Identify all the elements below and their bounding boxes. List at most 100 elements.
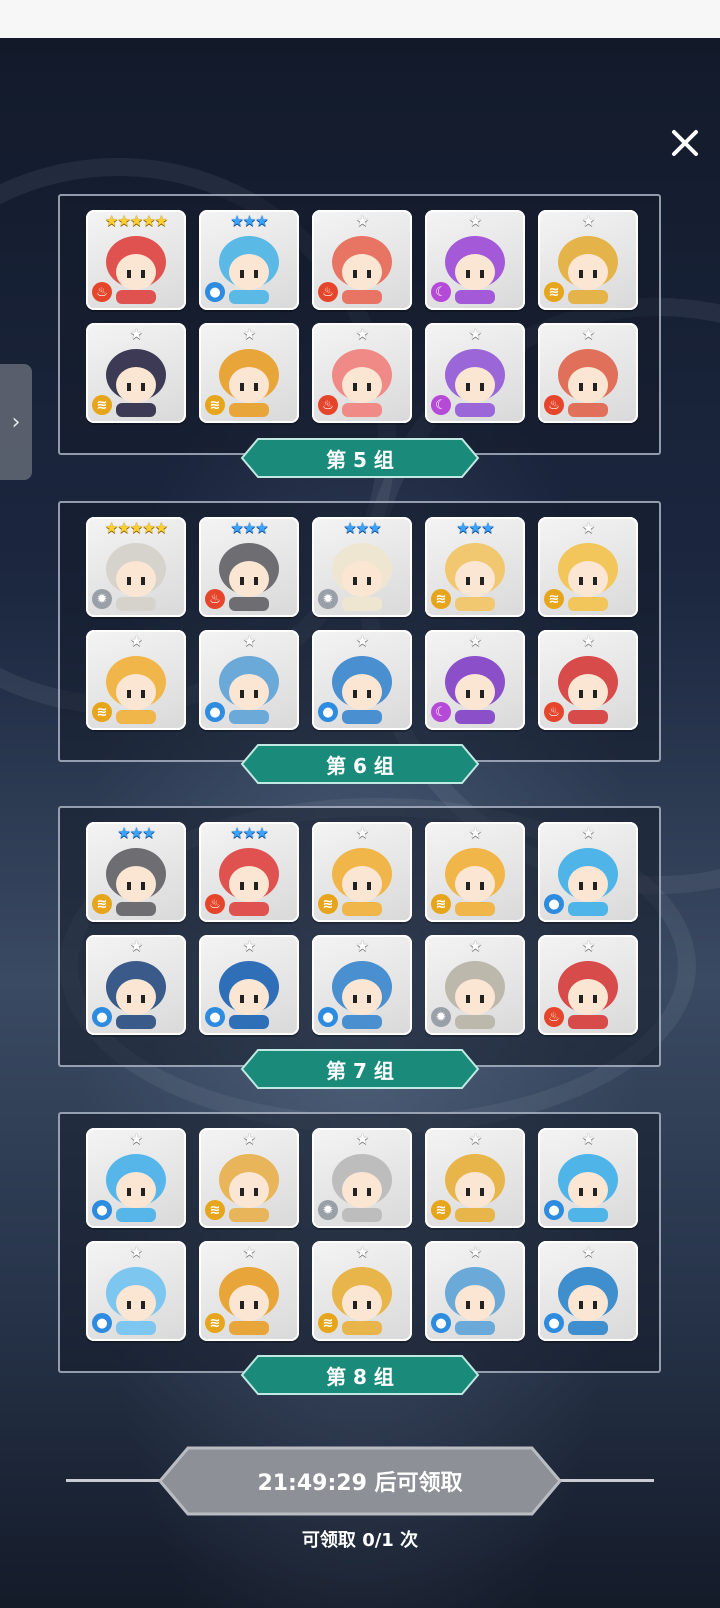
hero-card[interactable]: ★ ☾ — [425, 210, 525, 310]
light-element-icon: ✹ — [318, 1200, 338, 1220]
wind-element-icon: ≋ — [544, 282, 564, 302]
star-rating: ★ — [468, 1130, 482, 1148]
side-expand-tab[interactable]: › — [0, 364, 32, 480]
wind-element-icon: ≋ — [431, 1200, 451, 1220]
wind-element-icon: ≋ — [205, 395, 225, 415]
hero-card[interactable]: ★ ≋ — [199, 1128, 299, 1228]
wind-element-icon: ≋ — [92, 894, 112, 914]
star-rating: ★ — [355, 824, 369, 842]
star-rating: ★ — [242, 1130, 256, 1148]
water-element-icon: ● — [205, 1007, 225, 1027]
water-element-icon: ● — [92, 1007, 112, 1027]
hero-card[interactable]: ★ ● — [86, 1128, 186, 1228]
star-rating: ★ — [468, 824, 482, 842]
dark-element-icon: ☾ — [431, 282, 451, 302]
fire-element-icon: ♨ — [205, 894, 225, 914]
hero-card[interactable]: ★★★ ≋ — [425, 517, 525, 617]
hero-card[interactable]: ★ ♨ — [538, 323, 638, 423]
water-element-icon: ● — [318, 1007, 338, 1027]
group-panel: ★★★★★ ♨ ★★★ ● ★ ♨ ★ ☾ ★ ≋ ★ ≋ ★ ≋ ★ ♨ ★ ☾ ★ ♨ — [58, 194, 661, 455]
chevron-right-icon: › — [11, 409, 21, 435]
hero-card[interactable]: ★ ● — [425, 1241, 525, 1341]
hero-card[interactable]: ★★★★★ ♨ — [86, 210, 186, 310]
star-rating: ★★★ — [343, 519, 381, 537]
claim-button-label: 21:49:29 后可领取 — [257, 1471, 463, 1496]
star-rating: ★ — [129, 937, 143, 955]
star-rating: ★ — [242, 632, 256, 650]
hero-card[interactable]: ★ ● — [312, 630, 412, 730]
star-rating: ★ — [468, 1243, 482, 1261]
star-rating: ★★★★★ — [104, 519, 168, 537]
hero-card[interactable]: ★ ≋ — [199, 1241, 299, 1341]
star-rating: ★ — [468, 212, 482, 230]
water-element-icon: ● — [92, 1200, 112, 1220]
hero-card[interactable]: ★ ≋ — [538, 210, 638, 310]
hero-card[interactable]: ★★★ ♨ — [199, 517, 299, 617]
hero-card[interactable]: ★ ≋ — [86, 323, 186, 423]
hero-card[interactable]: ★ ● — [538, 822, 638, 922]
hero-card[interactable]: ★ ♨ — [312, 323, 412, 423]
group-label-text: 第 5 组 — [326, 447, 394, 472]
water-element-icon: ● — [544, 1313, 564, 1333]
wind-element-icon: ≋ — [431, 894, 451, 914]
hero-card[interactable]: ★ ● — [199, 935, 299, 1035]
wind-element-icon: ≋ — [318, 1313, 338, 1333]
hero-card[interactable]: ★ ● — [86, 935, 186, 1035]
star-rating: ★ — [355, 937, 369, 955]
star-rating: ★ — [355, 325, 369, 343]
hero-card[interactable]: ★★★ ≋ — [86, 822, 186, 922]
hero-card[interactable]: ★ ≋ — [312, 822, 412, 922]
star-rating: ★★★ — [230, 519, 268, 537]
hero-card[interactable]: ★ ✹ — [312, 1128, 412, 1228]
hero-card[interactable]: ★ ≋ — [312, 1241, 412, 1341]
close-icon — [672, 130, 698, 156]
dark-element-icon: ☾ — [431, 702, 451, 722]
hero-card[interactable]: ★ ≋ — [199, 323, 299, 423]
hero-card[interactable]: ★ ● — [538, 1241, 638, 1341]
hero-card[interactable]: ★ ≋ — [538, 517, 638, 617]
close-button[interactable] — [666, 124, 704, 162]
hero-card[interactable]: ★ ☾ — [425, 323, 525, 423]
hero-card[interactable]: ★ ● — [312, 935, 412, 1035]
star-rating: ★ — [468, 937, 482, 955]
hero-card[interactable]: ★ ● — [538, 1128, 638, 1228]
claim-button[interactable]: 21:49:29 后可领取 — [158, 1446, 562, 1516]
water-element-icon: ● — [205, 282, 225, 302]
hero-card[interactable]: ★ ≋ — [425, 1128, 525, 1228]
wind-element-icon: ≋ — [92, 395, 112, 415]
star-rating: ★ — [581, 325, 595, 343]
hero-card[interactable]: ★★★ ♨ — [199, 822, 299, 922]
hero-card[interactable]: ★ ● — [86, 1241, 186, 1341]
hero-card[interactable]: ★ ≋ — [425, 822, 525, 922]
hero-card[interactable]: ★ ♨ — [312, 210, 412, 310]
water-element-icon: ● — [318, 702, 338, 722]
hero-card[interactable]: ★ ● — [199, 630, 299, 730]
star-rating: ★ — [581, 1130, 595, 1148]
hero-card[interactable]: ★★★★★ ✹ — [86, 517, 186, 617]
wind-element-icon: ≋ — [92, 702, 112, 722]
fire-element-icon: ♨ — [205, 589, 225, 609]
hero-card[interactable]: ★ ☾ — [425, 630, 525, 730]
hero-card[interactable]: ★★★ ✹ — [312, 517, 412, 617]
light-element-icon: ✹ — [431, 1007, 451, 1027]
group-panel: ★★★★★ ✹ ★★★ ♨ ★★★ ✹ ★★★ ≋ ★ ≋ ★ ≋ ★ ● ★ ● ★ ☾ ★ ♨ — [58, 501, 661, 762]
fire-element-icon: ♨ — [92, 282, 112, 302]
hero-card[interactable]: ★ ≋ — [86, 630, 186, 730]
fire-element-icon: ♨ — [318, 395, 338, 415]
star-rating: ★ — [581, 212, 595, 230]
star-rating: ★ — [355, 1130, 369, 1148]
hero-card[interactable]: ★ ✹ — [425, 935, 525, 1035]
hero-card[interactable]: ★★★ ● — [199, 210, 299, 310]
star-rating: ★★★ — [230, 824, 268, 842]
status-bar — [0, 0, 720, 38]
hero-card[interactable]: ★ ♨ — [538, 630, 638, 730]
group-label: 第 6 组 — [240, 743, 480, 785]
wind-element-icon: ≋ — [318, 894, 338, 914]
claim-count-text: 可领取 0/1 次 — [301, 1530, 419, 1551]
water-element-icon: ● — [431, 1313, 451, 1333]
fire-element-icon: ♨ — [544, 702, 564, 722]
group-label-text: 第 8 组 — [326, 1364, 394, 1389]
group-panel: ★★★ ≋ ★★★ ♨ ★ ≋ ★ ≋ ★ ● ★ ● ★ ● ★ ● ★ ✹ ★ ♨ — [58, 806, 661, 1067]
water-element-icon: ● — [205, 702, 225, 722]
hero-card[interactable]: ★ ♨ — [538, 935, 638, 1035]
